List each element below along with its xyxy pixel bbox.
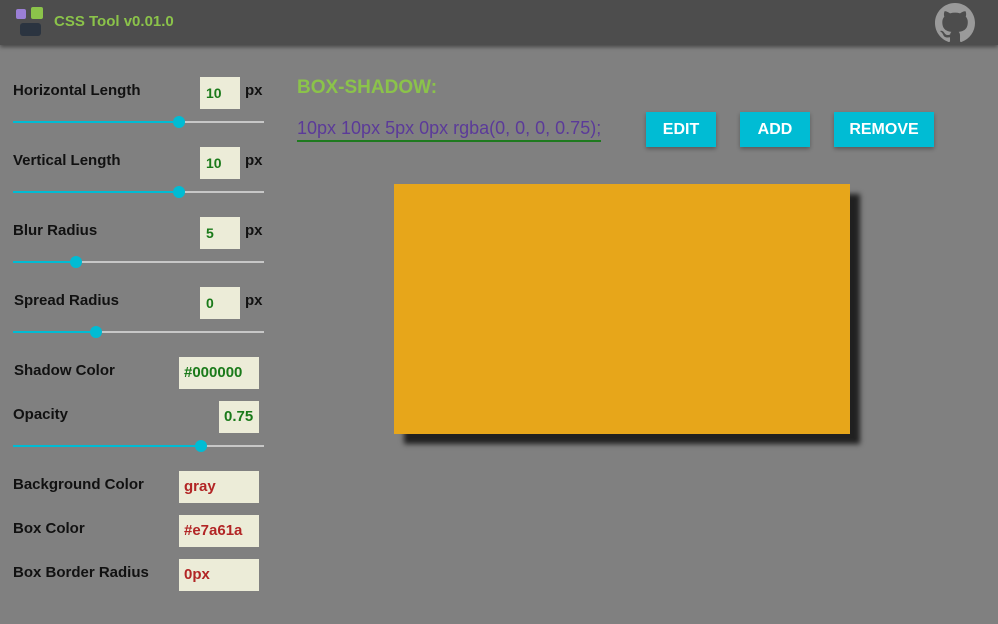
background-color-input[interactable]: gray bbox=[179, 471, 259, 503]
box-border-radius-label: Box Border Radius bbox=[13, 564, 149, 581]
slider-fill bbox=[13, 331, 96, 333]
box-border-radius-input[interactable]: 0px bbox=[179, 559, 259, 591]
app-title: CSS Tool v0.01.0 bbox=[54, 13, 174, 30]
css-output-text[interactable]: 10px 10px 5px 0px rgba(0, 0, 0, 0.75); bbox=[297, 117, 602, 142]
vertical-length-label: Vertical Length bbox=[13, 152, 121, 169]
remove-button[interactable]: REMOVE bbox=[834, 112, 934, 147]
vertical-length-unit: px bbox=[245, 152, 263, 169]
opacity-slider[interactable] bbox=[13, 439, 264, 453]
opacity-label: Opacity bbox=[13, 406, 69, 423]
horizontal-length-label: Horizontal Length bbox=[13, 82, 141, 99]
slider-fill bbox=[13, 445, 202, 447]
slider-fill bbox=[13, 191, 179, 193]
slider-thumb[interactable] bbox=[172, 116, 185, 128]
preview-box bbox=[394, 184, 850, 434]
vertical-length-slider[interactable] bbox=[13, 185, 264, 199]
horizontal-length-unit: px bbox=[245, 82, 263, 99]
slider-thumb[interactable] bbox=[89, 326, 102, 338]
spread-radius-slider[interactable] bbox=[13, 325, 264, 339]
shadow-color-label: Shadow Color bbox=[14, 362, 115, 379]
opacity-input[interactable]: 0.75 bbox=[219, 401, 259, 433]
box-color-label: Box Color bbox=[13, 520, 85, 537]
slider-thumb[interactable] bbox=[69, 256, 82, 268]
background-color-label: Background Color bbox=[13, 476, 144, 493]
slider-fill bbox=[13, 261, 76, 263]
horizontal-length-slider[interactable] bbox=[13, 115, 264, 129]
spread-radius-unit: px bbox=[245, 292, 263, 309]
slider-thumb[interactable] bbox=[172, 186, 185, 198]
box-color-input[interactable]: #e7a61a bbox=[179, 515, 259, 547]
blur-radius-input[interactable]: 5 bbox=[200, 217, 240, 249]
slider-thumb[interactable] bbox=[195, 440, 208, 452]
slider-fill bbox=[13, 121, 179, 123]
css-tool-logo-icon bbox=[16, 7, 43, 36]
section-title: BOX-SHADOW: bbox=[297, 77, 438, 98]
top-bar: CSS Tool v0.01.0 bbox=[0, 0, 998, 45]
spread-radius-label: Spread Radius bbox=[14, 292, 120, 309]
blur-radius-slider[interactable] bbox=[13, 255, 264, 269]
shadow-color-input[interactable]: #000000 bbox=[179, 357, 259, 389]
add-button[interactable]: ADD bbox=[740, 112, 810, 147]
github-icon[interactable] bbox=[935, 3, 975, 43]
horizontal-length-input[interactable]: 10 bbox=[200, 77, 240, 109]
spread-radius-input[interactable]: 0 bbox=[200, 287, 240, 319]
vertical-length-input[interactable]: 10 bbox=[200, 147, 240, 179]
blur-radius-unit: px bbox=[245, 222, 263, 239]
blur-radius-label: Blur Radius bbox=[13, 222, 98, 239]
edit-button[interactable]: EDIT bbox=[646, 112, 716, 147]
